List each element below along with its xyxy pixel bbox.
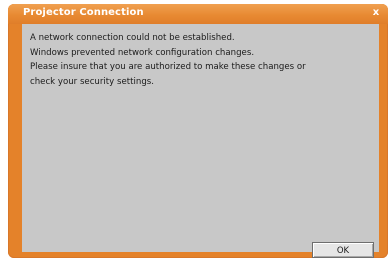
error-message: A network connection could not be establ…: [30, 31, 370, 89]
ok-button[interactable]: OK: [312, 242, 374, 258]
close-icon[interactable]: x: [370, 7, 382, 19]
message-line: Please insure that you are authorized to…: [30, 62, 306, 72]
message-line: Windows prevented network configuration …: [30, 47, 255, 58]
dialog-title: Projector Connection: [23, 7, 144, 18]
dialog-content: A network connection could not be establ…: [22, 24, 379, 258]
message-line: A network connection could not be establ…: [30, 33, 235, 43]
message-line: check your security settings.: [30, 76, 154, 87]
dialog-window: Projector Connection x A network connect…: [8, 4, 388, 258]
title-bar[interactable]: Projector Connection x: [8, 4, 388, 24]
